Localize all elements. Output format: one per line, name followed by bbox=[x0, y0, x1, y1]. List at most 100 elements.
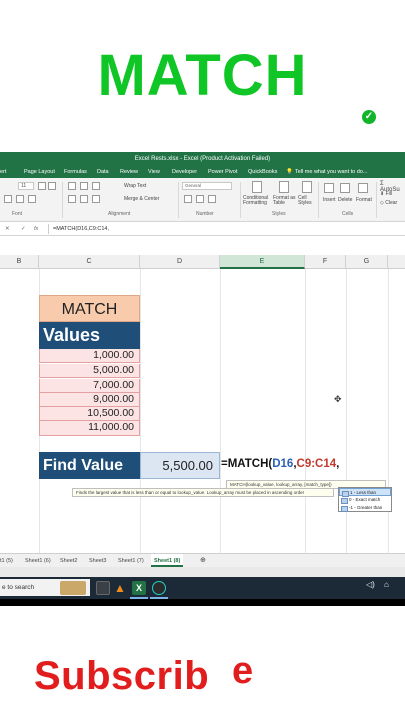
merge-center-button[interactable]: Merge & Center bbox=[124, 196, 159, 202]
align-right-icon[interactable] bbox=[92, 195, 100, 203]
sheet-tab[interactable]: Sheet1 (6) bbox=[25, 554, 51, 568]
column-headers: B C D E F G bbox=[0, 255, 405, 269]
align-left-icon[interactable] bbox=[68, 195, 76, 203]
comma-icon[interactable] bbox=[208, 195, 216, 203]
orientation-icon[interactable] bbox=[92, 182, 100, 190]
column-header-e[interactable]: E bbox=[220, 255, 305, 269]
formula-bar-expanded-area bbox=[0, 236, 405, 255]
align-middle-icon[interactable] bbox=[80, 182, 88, 190]
percent-icon[interactable] bbox=[196, 195, 204, 203]
find-value-cell[interactable]: 5,500.00 bbox=[140, 452, 220, 479]
autocomplete-option-greater-than[interactable]: -1 - Greater than bbox=[339, 504, 391, 512]
ribbon-separator bbox=[62, 182, 63, 218]
format-button[interactable]: Format bbox=[356, 197, 372, 203]
status-bar bbox=[0, 567, 405, 577]
column-header-g[interactable]: G bbox=[346, 255, 388, 269]
column-header-c[interactable]: C bbox=[39, 255, 140, 269]
speaker-icon[interactable]: ◁) bbox=[366, 580, 375, 589]
align-top-icon[interactable] bbox=[68, 182, 76, 190]
ribbon-separator bbox=[178, 182, 179, 218]
match-type-autocomplete[interactable]: 1 - Less than 0 - Exact match -1 - Great… bbox=[338, 487, 392, 512]
vlc-icon[interactable]: ▲ bbox=[113, 581, 127, 595]
sheet-tab[interactable]: t1 (5) bbox=[0, 554, 13, 568]
cell-styles-button[interactable]: Cell Styles bbox=[298, 196, 314, 206]
group-font: Font bbox=[12, 211, 23, 217]
task-view-icon[interactable] bbox=[96, 581, 110, 595]
autocomplete-option-exact-match[interactable]: 0 - Exact match bbox=[339, 496, 391, 504]
formula-suffix: , bbox=[336, 458, 340, 470]
function-description-tooltip: Finds the largest value that is less tha… bbox=[72, 488, 334, 497]
align-center-icon[interactable] bbox=[80, 195, 88, 203]
tab-formulas[interactable]: Formulas bbox=[64, 166, 87, 178]
ribbon-tabs: ert Page Layout Formulas Data Review Vie… bbox=[0, 166, 405, 178]
font-size-select[interactable]: 11 bbox=[18, 182, 34, 190]
delete-button[interactable]: Delete bbox=[338, 197, 352, 203]
tab-page-layout[interactable]: Page Layout bbox=[24, 166, 55, 178]
font-color-icon[interactable] bbox=[28, 195, 36, 203]
sheet-tab[interactable]: Sheet1 (7) bbox=[118, 554, 144, 568]
fill-label: Fill bbox=[385, 191, 392, 197]
tab-developer[interactable]: Developer bbox=[172, 166, 197, 178]
clear-button[interactable]: ◇ Clear bbox=[380, 200, 397, 206]
tell-me-input[interactable]: Tell me what you want to do... bbox=[295, 166, 367, 178]
value-cell[interactable]: 10,500.00 bbox=[39, 407, 140, 421]
enter-icon[interactable]: ✓ bbox=[21, 222, 26, 236]
tab-insert[interactable]: ert bbox=[0, 166, 6, 178]
tab-view[interactable]: View bbox=[148, 166, 160, 178]
format-cells-icon[interactable] bbox=[358, 183, 368, 193]
ribbon-separator bbox=[240, 182, 241, 218]
screen-recorder-icon[interactable] bbox=[152, 581, 166, 595]
value-cell[interactable]: 5,000.00 bbox=[39, 364, 140, 378]
formula-prefix: =MATCH( bbox=[221, 458, 273, 470]
tab-quickbooks[interactable]: QuickBooks bbox=[248, 166, 277, 178]
value-cell[interactable]: 1,000.00 bbox=[39, 349, 140, 363]
cancel-icon[interactable]: ✕ bbox=[5, 222, 10, 236]
network-icon[interactable]: ⌂ bbox=[384, 580, 389, 589]
grow-font-icon[interactable] bbox=[38, 182, 46, 190]
shrink-font-icon[interactable] bbox=[48, 182, 56, 190]
column-header-b[interactable]: B bbox=[0, 255, 39, 269]
insert-function-icon[interactable]: fx bbox=[34, 222, 38, 236]
search-highlight-image-icon bbox=[60, 581, 86, 595]
add-sheet-icon[interactable]: ⊕ bbox=[200, 554, 206, 568]
insert-button[interactable]: Insert bbox=[323, 197, 336, 203]
number-format-select[interactable]: General bbox=[182, 182, 232, 190]
clear-label: Clear bbox=[385, 200, 398, 206]
autocomplete-option-less-than[interactable]: 1 - Less than bbox=[339, 488, 391, 497]
column-header-d[interactable]: D bbox=[140, 255, 220, 269]
subscribe-text-e: e bbox=[232, 650, 254, 692]
column-header-f[interactable]: F bbox=[305, 255, 346, 269]
fill-button[interactable]: ⬇ Fill bbox=[380, 191, 392, 197]
active-cell-formula[interactable]: =MATCH(D16,C9:C14, bbox=[221, 458, 339, 470]
wrap-text-button[interactable]: Wrap Text bbox=[124, 183, 146, 189]
formula-ref-lookup-value: D16 bbox=[272, 458, 294, 470]
sheet-tab-active[interactable]: Sheet1 (8) bbox=[151, 554, 184, 567]
excel-icon[interactable]: X bbox=[132, 581, 146, 595]
format-as-table-icon[interactable] bbox=[279, 181, 289, 193]
formula-bar: ✕ ✓ fx =MATCH(D16,C9:C14, bbox=[0, 222, 405, 236]
value-cell[interactable]: 7,000.00 bbox=[39, 379, 140, 393]
conditional-formatting-icon[interactable] bbox=[252, 181, 262, 193]
sheet-tab[interactable]: Sheet3 bbox=[89, 554, 106, 568]
cell-styles-icon[interactable] bbox=[302, 181, 312, 193]
sheet-tabs: t1 (5) Sheet1 (6) Sheet2 Sheet3 Sheet1 (… bbox=[0, 553, 405, 567]
subscribe-text: Subscrib bbox=[34, 654, 210, 698]
insert-cells-icon[interactable] bbox=[324, 183, 334, 193]
fill-color-icon[interactable] bbox=[16, 195, 24, 203]
conditional-formatting-button[interactable]: Conditional Formatting bbox=[243, 196, 273, 206]
tab-data[interactable]: Data bbox=[97, 166, 109, 178]
value-cell[interactable]: 9,000.00 bbox=[39, 393, 140, 407]
formula-input[interactable]: =MATCH(D16,C9:C14, bbox=[53, 222, 109, 236]
values-header-cell[interactable]: Values bbox=[39, 322, 140, 349]
match-header-cell[interactable]: MATCH bbox=[39, 295, 140, 322]
value-cell[interactable]: 11,000.00 bbox=[39, 421, 140, 436]
currency-icon[interactable] bbox=[184, 195, 192, 203]
formula-bar-separator bbox=[48, 224, 49, 234]
tab-power-pivot[interactable]: Power Pivot bbox=[208, 166, 237, 178]
sheet-tab[interactable]: Sheet2 bbox=[60, 554, 77, 568]
borders-icon[interactable] bbox=[4, 195, 12, 203]
format-as-table-button[interactable]: Format as Table bbox=[273, 196, 297, 206]
delete-cells-icon[interactable] bbox=[340, 183, 350, 193]
tab-review[interactable]: Review bbox=[120, 166, 138, 178]
find-value-label-cell[interactable]: Find Value bbox=[39, 452, 140, 479]
